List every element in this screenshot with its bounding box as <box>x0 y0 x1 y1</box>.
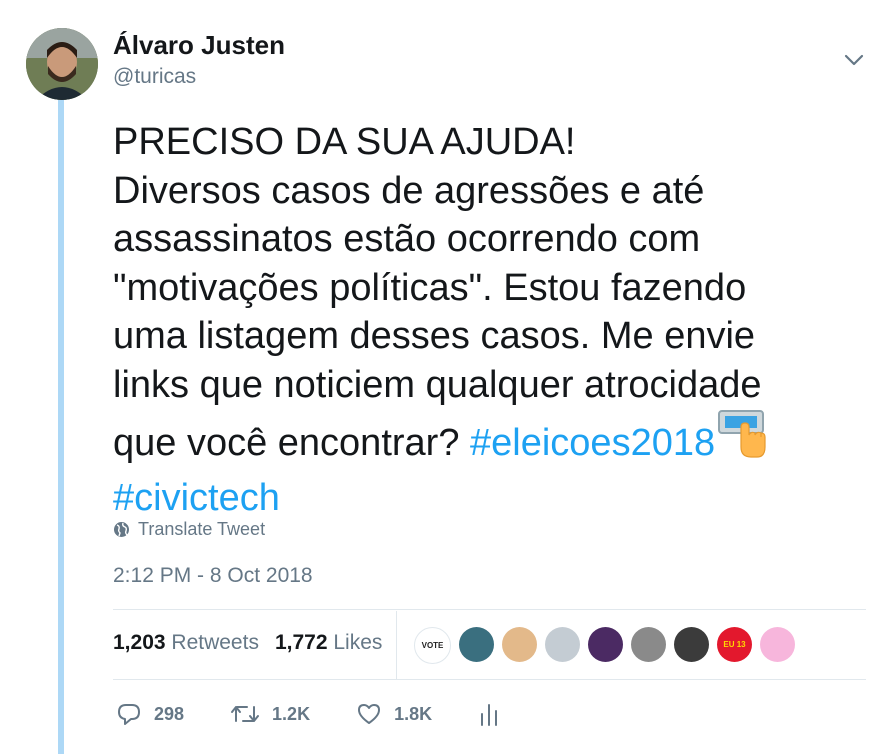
retweet-button[interactable]: 1.2K <box>230 703 310 725</box>
stats-bottom-divider <box>113 679 866 680</box>
author-handle[interactable]: @turicas <box>113 65 196 89</box>
retweets-label: Retweets <box>171 631 259 654</box>
tweet-text-last-line: que você encontrar? #eleicoes2018 <box>113 409 853 474</box>
tweet-text-line: Diversos casos de agressões e até <box>113 169 705 212</box>
retweet-count: 1.2K <box>272 703 311 724</box>
stats-top-divider <box>113 609 866 610</box>
woman-photo-avatar[interactable] <box>674 627 709 662</box>
likes-label: Likes <box>333 631 383 654</box>
engagement-stats: 1,203 Retweets 1,772 Likes <box>113 631 382 655</box>
heart-icon <box>358 704 381 724</box>
translate-tweet-label: Translate Tweet <box>138 519 266 539</box>
pink-logo-avatar[interactable] <box>760 627 795 662</box>
author-display-name[interactable]: Álvaro Justen <box>113 30 285 61</box>
hashtag-eleicoes2018-link[interactable]: #eleicoes2018 <box>470 422 715 464</box>
liker-avatar-list: VOTE EU 13 <box>414 627 795 664</box>
tweet-timestamp[interactable]: 2:12 PM - 8 Oct 2018 <box>113 564 313 588</box>
woman-blonde-avatar[interactable] <box>502 627 537 662</box>
bar-chart-analytics-icon <box>481 704 498 726</box>
tweet-text-line: assassinatos estão ocorrendo com <box>113 218 701 260</box>
like-count: 1.8K <box>394 703 433 724</box>
tweet-text-line: uma listagem desses casos. Me envie <box>113 315 756 357</box>
author-avatar[interactable] <box>26 28 98 100</box>
stats-vertical-divider <box>396 611 397 679</box>
retweets-count: 1,203 <box>113 631 166 654</box>
liker-avatar-text: EU 13 <box>723 640 746 649</box>
man-beard-avatar[interactable] <box>459 627 494 662</box>
translate-tweet-link[interactable]: Translate Tweet <box>113 519 265 540</box>
author-avatar-photo-icon <box>26 28 98 100</box>
tweet-text-line: "motivações políticas". Estou fazendo <box>113 266 747 309</box>
thread-connector-line <box>58 100 64 754</box>
retweets-stat[interactable]: 1,203 Retweets <box>113 631 259 655</box>
vote-cartoon-avatar[interactable]: VOTE <box>414 627 451 664</box>
globe-icon <box>114 522 129 537</box>
ballot-box-pointing-hand-icon <box>717 409 771 474</box>
cartoon-glasses-avatar[interactable] <box>588 627 623 662</box>
like-button[interactable]: 1.8K <box>356 702 432 726</box>
likes-count: 1,772 <box>274 631 328 654</box>
analytics-button[interactable] <box>478 701 500 727</box>
reply-speech-bubble-icon <box>118 704 140 725</box>
tweet-text: PRECISO DA SUA AJUDA! Diversos casos de … <box>113 118 853 522</box>
eu-voto-13-avatar[interactable]: EU 13 <box>717 627 752 662</box>
reply-count: 298 <box>154 703 185 724</box>
tweet-text-line: #civictech <box>113 474 853 523</box>
likes-stat[interactable]: 1,772 Likes <box>275 631 382 655</box>
more-options-chevron-down-icon[interactable] <box>842 50 866 70</box>
tweet-action-bar: 298 1.2K 1.8K <box>116 699 546 729</box>
hashtag-civictech-link[interactable]: #civictech <box>113 477 280 519</box>
tweet-text-line: PRECISO DA SUA AJUDA! <box>113 121 576 163</box>
liker-avatar-text: VOTE <box>421 641 444 650</box>
retweet-arrows-icon <box>231 706 260 722</box>
reply-button[interactable]: 298 <box>116 702 184 726</box>
default-egg-avatar[interactable] <box>545 627 580 662</box>
tweet-text-fragment: que você encontrar? <box>113 422 471 464</box>
tweet-text-line: links que noticiem qualquer atrocidade <box>113 363 762 406</box>
man-photo-avatar[interactable] <box>631 627 666 662</box>
